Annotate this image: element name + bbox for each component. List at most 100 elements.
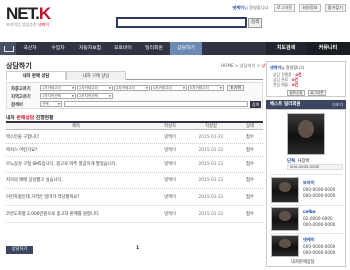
row-writer: 넷케이 [164,178,176,183]
brand-select-3[interactable]: 3차카테고리 [114,85,150,91]
brand-select-5[interactable]: 5차카테고리 [188,85,224,91]
member-phone-2: 000-0000-0000 [303,250,336,255]
breadcrumb-home[interactable]: HOME [221,63,234,68]
logout-button[interactable]: 로그아웃 [273,4,296,12]
breadcrumb-section[interactable]: 상담하기 [240,63,255,68]
filter-reset-button[interactable]: 초기화 [227,85,244,91]
keyword-input[interactable] [64,101,248,107]
member-name[interactable]: 보자이 [303,180,315,186]
edit-info-button[interactable]: 정보수정 [287,90,305,96]
tab-sell-consult[interactable]: 내차 판매 상담 [6,71,66,80]
member-phone: 000-0000-0000 [303,244,336,249]
login-box: 넷케이님 환영합니다 상담 진행중 : 0건 상담 완료 : 0건 관심 매물 … [266,61,346,97]
divider [270,233,343,234]
table-row[interactable]: 르노삼성 구형 SM5입니다. 중고로 아주 깔끔하게 팔았습니다. 넷케이 2… [6,157,263,173]
tab-buy-consult[interactable]: 내차 구매 상담 [66,71,126,80]
row-writer: 넷케이 [164,135,176,140]
site-logo[interactable]: NET.K [6,5,51,22]
member-phone: 02-0000-0000 [303,216,333,221]
member-phone: 000-0000-0000 [303,187,336,192]
section-title: 내차 판매상담 진행현황 [6,116,54,121]
featured-dealer-phone: 000-0000-0000 [287,164,343,170]
nav-community[interactable]: 커뮤니티 [306,42,350,55]
row-title[interactable]: 렉스턴을 구합니다 [6,131,146,144]
table-header: 제목 작성자 작성일 상태 [6,121,263,130]
col-writer: 작성자 [164,124,176,129]
keyword-type-select[interactable]: 선택 [40,101,62,107]
table-row[interactable]: 이런차량인데 가격은 얼마가 적당할까요? 넷케이 2015-01-22 접수 [6,189,263,206]
member-name[interactable]: celba [303,209,316,214]
brand-label: 차종고르기 [11,87,31,92]
member-photo[interactable] [271,177,299,203]
row-state: 접수 [246,212,254,217]
welcome-text: 넷케이님 환영합니다. [232,5,270,10]
table-row[interactable]: 저가의 매매 상담했고 싶습니다. 넷케이 2015-01-22 접수 [6,173,263,189]
nav-imported[interactable]: 수입차 [44,42,72,55]
nav-domestic[interactable]: 국산차 [16,42,44,55]
nav-motorcycle[interactable]: 오토바이 [108,42,138,55]
row-writer: 넷케이 [164,162,176,167]
col-date: 작성일 [205,124,217,129]
row-writer: 넷케이 [164,195,176,200]
dealer-photo[interactable] [287,113,325,155]
row-state: 접수 [246,195,254,200]
brand-select-1[interactable]: 1차카테고리 [40,85,76,91]
member-photo[interactable] [271,235,299,257]
main-nav: 국산차 수입차 자동차보험 오토바이 딜러회원 상담하기 지도검색 커뮤니티 [0,42,350,55]
nav-consult[interactable]: 상담하기 [170,42,202,55]
sell-consult-link[interactable]: 내차판매상담 [291,259,315,265]
row-date: 2015-01-22 [198,148,224,153]
search-input[interactable] [116,17,247,28]
member-name[interactable]: 넷케이 [303,237,315,243]
row-date: 2015-01-22 [198,135,224,140]
sidebar-logout-button[interactable]: 로그아웃 [308,90,326,96]
row-writer: 넷케이 [164,148,176,153]
row-writer: 넷케이 [164,212,176,217]
nav-dealer[interactable]: 딜러회원 [138,42,170,55]
sidebar-greeting: 넷케이님 환영합니다 [270,65,305,70]
col-title: 제목 [72,124,80,129]
info-line: 관심 매물 : 0건 [273,82,299,87]
divider [270,205,343,206]
col-state: 상태 [246,124,254,129]
best-dealer-panel: 단독 사장비 000-0000-0000 보자이 000-0000-0000 00… [266,109,346,267]
table-row[interactable]: 렉서스 어떤가요? 넷케이 2015-01-22 접수 [6,144,263,157]
logo-tagline: 프리미엄 영업추천 넷케이 [6,22,50,27]
best-more-link[interactable]: 더보기 [332,100,343,109]
row-state: 접수 [246,135,254,140]
home-icon[interactable] [0,42,16,55]
region-select-2[interactable]: 2차지역선택 [77,93,113,99]
row-date: 2015-01-22 [198,178,224,183]
member-info-button[interactable]: 회원정보 [299,4,321,12]
search-button[interactable]: 검색 [248,18,262,28]
nav-insurance[interactable]: 자동차보험 [72,42,108,55]
table-row[interactable]: 렉스턴을 구합니다 넷케이 2015-01-22 접수 [6,131,263,144]
row-date: 2015-01-22 [198,162,224,167]
brand-select-2[interactable]: 2차카테고리 [77,85,113,91]
filter-panel: 차종고르기 1차카테고리 2차카테고리 3차카테고리 4차카테고리 5차카테고리… [6,82,263,109]
row-date: 2015-01-22 [198,212,224,217]
row-title[interactable]: 코란도차량 2,000만원으로 중고차 판매를 원합니다 [6,206,146,223]
bookmark-button[interactable]: 즐겨찾기 [324,4,346,12]
filter-search-button[interactable]: 검색 [250,100,261,108]
row-date: 2015-01-22 [198,195,224,200]
member-phone-2: 000-0000-0000 [303,222,336,227]
row-title[interactable]: 렉서스 어떤가요? [6,144,146,157]
consult-write-button[interactable]: 상담하기 [6,246,33,254]
member-photo[interactable] [271,207,299,231]
member-phone-2: 000-0000-0000 [303,193,336,198]
table-row[interactable]: 코란도차량 2,000만원으로 중고차 판매를 원합니다 넷케이 2015-01… [6,206,263,223]
region-select-1[interactable]: 1차지역선택 [40,93,76,99]
row-title[interactable]: 르노삼성 구형 SM5입니다. 중고로 아주 깔끔하게 팔았습니다. [6,157,146,173]
subtabs: 내차 판매 상담 내차 구매 상담 [6,71,263,80]
divider [270,174,343,175]
region-label: 지역고르기 [11,95,31,100]
row-title[interactable]: 저가의 매매 상담했고 싶습니다. [6,173,146,189]
pager-current[interactable]: 1 [136,246,139,251]
best-dealer-header: 베스트 딜러회원 더보기 [266,100,346,109]
nav-map-search[interactable]: 지도검색 [266,42,306,55]
brand-select-4[interactable]: 4차카테고리 [151,85,187,91]
row-title[interactable]: 이런차량인데 가격은 얼마가 적당할까요? [6,189,146,206]
page-title: 상담하기 [6,62,32,70]
row-state: 접수 [246,178,254,183]
